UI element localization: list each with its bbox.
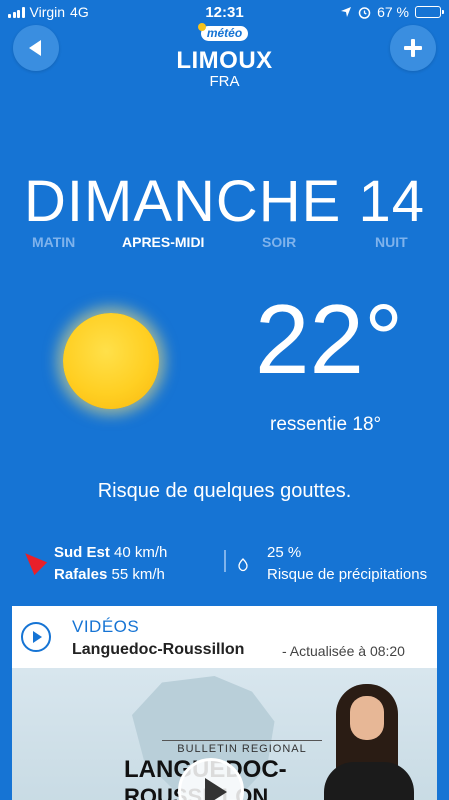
status-bar: Virgin 4G 12:31 67 % (0, 0, 449, 24)
app-logo: météo (0, 23, 449, 42)
video-icon (21, 622, 51, 652)
country-code: FRA (209, 73, 240, 90)
videos-region: Languedoc-Roussillon (72, 641, 245, 658)
tab-nuit[interactable]: NUIT (375, 234, 408, 250)
video-thumbnail[interactable]: BULLETIN REGIONAL LANGUEDOC- ROUSSILLON (12, 668, 437, 800)
wind-direction-icon (18, 546, 48, 576)
wind-direction: Sud Est (54, 544, 110, 561)
tab-apres-midi[interactable]: APRES-MIDI (122, 234, 204, 250)
feels-like-label: ressentie (270, 414, 348, 435)
feels-like-value: 18° (352, 414, 382, 435)
umbrella-icon (238, 558, 248, 572)
battery-icon (415, 6, 444, 18)
presenter-image (314, 678, 424, 800)
city-name: LIMOUX (176, 47, 273, 74)
battery-percent: 67 % (377, 4, 409, 20)
feels-like: ressentie 18° (0, 414, 449, 436)
alarm-icon (358, 6, 371, 19)
videos-title: VIDÉOS (72, 617, 140, 636)
sun-icon (63, 313, 159, 409)
precipitation-info: 25 % Risque de précipitations (267, 542, 427, 586)
videos-updated: - Actualisée à 08:20 (282, 643, 405, 659)
logo-badge: météo (197, 23, 249, 41)
tab-soir[interactable]: SOIR (262, 234, 296, 250)
wind-speed: 40 km/h (114, 544, 168, 561)
play-icon (205, 778, 227, 800)
gusts-label: Rafales (54, 566, 108, 583)
tab-matin[interactable]: MATIN (32, 234, 75, 250)
status-right: 67 % (340, 4, 444, 20)
temperature: 22° (255, 284, 404, 394)
day-title: DIMANCHE 14 (24, 169, 425, 234)
videos-card[interactable]: VIDÉOS Languedoc-Roussillon - Actualisée… (12, 606, 437, 800)
weather-description: Risque de quelques gouttes. (97, 480, 352, 502)
divider (224, 550, 226, 572)
precip-percent: 25 % (267, 544, 302, 561)
location-arrow-icon (341, 7, 352, 17)
thumbnail-caption: BULLETIN REGIONAL (162, 740, 322, 755)
period-tabs: MATIN APRES-MIDI SOIR NUIT (0, 234, 449, 254)
precip-label: Risque de précipitations (267, 566, 428, 583)
gusts-speed: 55 km/h (111, 566, 165, 583)
